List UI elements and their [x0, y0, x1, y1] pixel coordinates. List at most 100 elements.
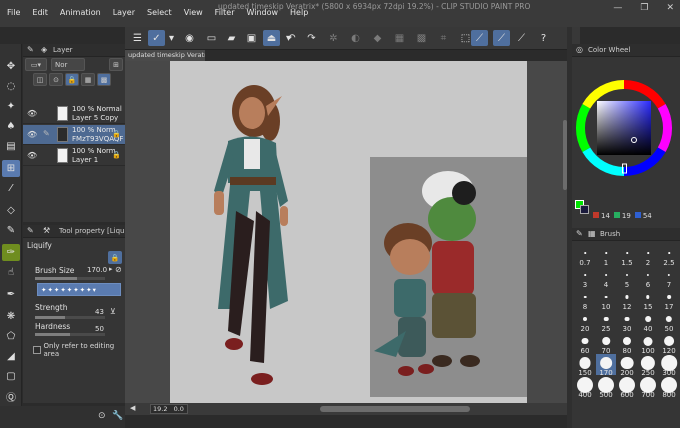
lock-transparent-icon[interactable]: ▦: [81, 73, 95, 86]
brush-size-option[interactable]: 7: [659, 266, 679, 289]
liquify-mode-selector[interactable]: ✦✦✦✦✦✦✦✦▾: [37, 283, 121, 296]
layer-row[interactable]: 👁 100 % Norm Layer 1 🔒: [23, 146, 125, 166]
fill-bucket-icon[interactable]: ▤: [2, 138, 20, 155]
snap-special-ruler-icon[interactable]: ⟋: [513, 30, 530, 46]
mask-layer-icon[interactable]: ▩: [97, 73, 111, 86]
brush-size-option[interactable]: 70: [596, 332, 616, 355]
brush-size-option[interactable]: 1.5: [617, 244, 637, 267]
brush-size-option[interactable]: 250: [638, 354, 658, 377]
layer-row[interactable]: 👁 100 % Normal Layer 5 Copy: [23, 104, 125, 124]
eyedropper-tool-icon[interactable]: ⁄: [2, 180, 20, 197]
brush-size-option[interactable]: 20: [575, 310, 595, 333]
deselect-icon[interactable]: ▦: [391, 30, 408, 46]
brush-size-tab[interactable]: ✎ ▦ Brush: [572, 228, 680, 241]
brush-size-option[interactable]: 3: [575, 266, 595, 289]
snap-grid-icon[interactable]: ⟋: [493, 30, 510, 46]
fill-icon[interactable]: ◐: [347, 30, 364, 46]
brush-size-option[interactable]: 15: [638, 288, 658, 311]
figure-tool-icon[interactable]: ⬠: [2, 328, 20, 345]
maximize-button[interactable]: ❐: [640, 3, 648, 13]
menu-layer[interactable]: Layer: [113, 8, 135, 17]
brush-size-option[interactable]: 25: [596, 310, 616, 333]
brush-size-option[interactable]: 6: [638, 266, 658, 289]
color-wheel-tab[interactable]: ◎ Color Wheel: [572, 44, 680, 57]
brush-tool-icon[interactable]: ✒: [2, 286, 20, 303]
strength-value[interactable]: 43: [95, 308, 104, 316]
panel-menu-icon[interactable]: ✎: [27, 226, 34, 235]
gradient-tool-icon[interactable]: ◢: [2, 348, 20, 365]
hardness-slider[interactable]: [35, 333, 105, 336]
brush-size-option[interactable]: 5: [617, 266, 637, 289]
brush-size-option[interactable]: 12: [617, 288, 637, 311]
export-icon[interactable]: ⏏: [263, 30, 280, 46]
dropdown-chevron-icon[interactable]: ▾: [163, 30, 180, 46]
brush-size-option[interactable]: 600: [617, 376, 637, 399]
tool-property-tab[interactable]: ✎ ⚒ Tool property [Liqu: [23, 225, 125, 238]
redo-icon[interactable]: ↷: [303, 30, 320, 46]
visibility-eye-icon[interactable]: 👁: [27, 130, 37, 139]
sub-tool-detail-icon[interactable]: 🔧: [112, 411, 123, 421]
eraser-tool-icon[interactable]: ◇: [2, 202, 20, 219]
brush-size-slider[interactable]: [35, 277, 105, 280]
reference-layer-icon[interactable]: ⊙: [49, 73, 63, 86]
brush-size-value[interactable]: 170.0: [87, 266, 107, 274]
eyedropper-highlight-icon[interactable]: ♠: [2, 118, 20, 135]
panel-menu-icon[interactable]: ✎: [576, 229, 583, 238]
hamburger-menu-icon[interactable]: ☰: [129, 30, 146, 46]
brush-size-option[interactable]: 10: [596, 288, 616, 311]
hardness-value[interactable]: 50: [95, 325, 104, 333]
menu-edit[interactable]: Edit: [32, 8, 48, 17]
minimize-button[interactable]: —: [613, 3, 622, 13]
brush-size-option[interactable]: 500: [596, 376, 616, 399]
canvas-area[interactable]: [125, 61, 567, 403]
visibility-eye-icon[interactable]: 👁: [27, 151, 37, 160]
brush-size-option[interactable]: 2: [638, 244, 658, 267]
color-value-b[interactable]: 54: [643, 212, 652, 220]
camera-icon[interactable]: ◉: [181, 30, 198, 46]
canvas-horizontal-scrollbar[interactable]: [320, 406, 470, 412]
brush-size-option[interactable]: 50: [659, 310, 679, 333]
move-tool-icon[interactable]: ✥: [2, 58, 20, 75]
brush-size-option[interactable]: 200: [617, 354, 637, 377]
tool-settings-icon[interactable]: 🔒: [108, 251, 122, 264]
lock-layer-icon[interactable]: 🔒: [65, 73, 79, 86]
magic-wand-tool-icon[interactable]: ✦: [2, 98, 20, 115]
checkbox-box[interactable]: [33, 346, 41, 354]
brush-size-option[interactable]: 8: [575, 288, 595, 311]
close-button[interactable]: ✕: [666, 3, 674, 13]
menu-view[interactable]: View: [184, 8, 203, 17]
zoom-value-field[interactable]: 19.2 0.0: [150, 404, 188, 414]
only-refer-editing-area-checkbox[interactable]: Only refer to editing area: [33, 342, 125, 358]
color-wheel[interactable]: [572, 58, 680, 198]
snap-ruler-icon[interactable]: ⟋: [471, 30, 488, 46]
visibility-eye-icon[interactable]: 👁: [27, 109, 37, 118]
strength-slider[interactable]: [35, 316, 105, 319]
blend-mode-select[interactable]: Nor: [51, 58, 85, 71]
brush-size-option[interactable]: 300: [659, 354, 679, 377]
blend-tool-icon[interactable]: ☝: [2, 264, 20, 281]
open-folder-icon[interactable]: ▰: [223, 30, 240, 46]
document-tab[interactable]: updated timeskip Veratrix*: [125, 50, 205, 61]
brush-size-option[interactable]: 30: [617, 310, 637, 333]
help-icon[interactable]: ?: [535, 30, 552, 46]
brush-size-option[interactable]: 4: [596, 266, 616, 289]
menu-file[interactable]: File: [7, 8, 20, 17]
text-tool-icon[interactable]: Ⓠ: [2, 388, 20, 405]
strength-pressure-icon[interactable]: ⊻: [110, 307, 116, 316]
sub-color-swatch[interactable]: [580, 205, 589, 214]
brush-size-lock-icon[interactable]: ⊘: [115, 265, 122, 274]
undo-icon[interactable]: ↶: [283, 30, 300, 46]
brush-size-option[interactable]: 700: [638, 376, 658, 399]
brush-size-option[interactable]: 800: [659, 376, 679, 399]
brush-size-chevron-icon[interactable]: ▸: [109, 265, 113, 273]
brush-size-option[interactable]: 400: [575, 376, 595, 399]
brush-size-option[interactable]: 80: [617, 332, 637, 355]
brush-size-option[interactable]: 2.5: [659, 244, 679, 267]
brush-size-option[interactable]: 150: [575, 354, 595, 377]
invert-selection-icon[interactable]: ▩: [413, 30, 430, 46]
zoom-out-icon[interactable]: ◀: [130, 404, 135, 412]
selection-grid-tool-icon[interactable]: ⊞: [2, 160, 20, 177]
brush-size-option[interactable]: 40: [638, 310, 658, 333]
brush-size-option[interactable]: 100: [638, 332, 658, 355]
transform-icon[interactable]: ◆: [369, 30, 386, 46]
